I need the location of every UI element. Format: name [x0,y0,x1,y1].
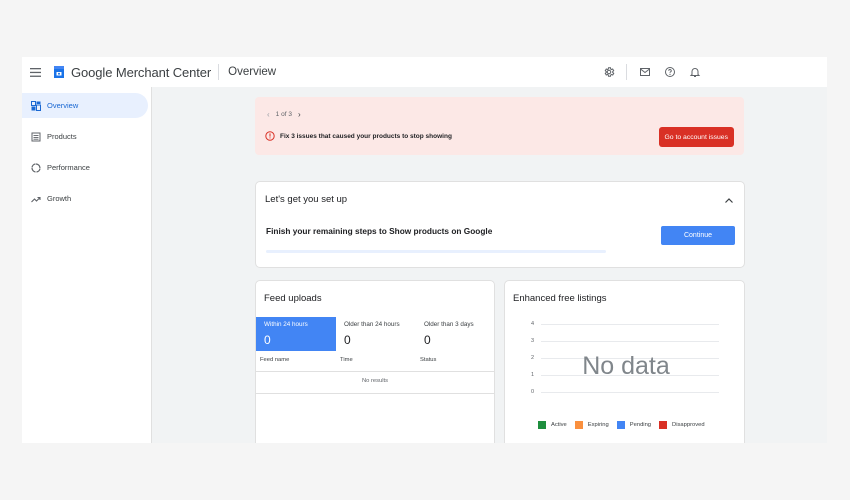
mail-icon[interactable] [632,57,657,87]
tab-label: Older than 24 hours [344,321,400,328]
alert-pager-label: 1 of 3 [275,111,292,118]
gridline [541,341,719,342]
header-actions [596,57,707,87]
page-title: Overview [228,66,277,78]
chart-legend: Active Expiring Pending Disapproved [538,421,705,429]
sidebar-item-label: Growth [47,194,72,203]
growth-icon [31,194,41,204]
enhanced-free-listings-title: Enhanced free listings [513,293,607,304]
performance-icon [31,162,41,173]
top-bar: Google Merchant Center Overview [22,57,827,87]
column-header-time[interactable]: Time [340,357,353,363]
chevron-right-icon[interactable]: › [298,110,301,119]
column-header-feed-name[interactable]: Feed name [260,357,289,363]
continue-button[interactable]: Continue [661,226,735,245]
legend-swatch [538,421,546,429]
table-divider [256,393,494,394]
legend-item-pending[interactable]: Pending [616,421,652,429]
no-data-label: No data [582,352,670,380]
merchant-center-logo-icon [52,65,66,79]
sidebar-item-performance[interactable]: Performance [22,155,148,180]
legend-item-active[interactable]: Active [538,421,567,429]
sidebar-item-label: Products [47,132,77,141]
alert-pager: ‹ 1 of 3 › [267,110,301,119]
settings-icon[interactable] [596,57,621,87]
legend-swatch [616,421,625,429]
sidebar-item-overview[interactable]: Overview [22,93,148,118]
chevron-up-icon[interactable] [724,193,734,203]
column-header-status[interactable]: Status [420,357,436,363]
setup-card-subtitle: Finish your remaining steps to Show prod… [266,226,493,236]
dashboard-icon [31,100,41,111]
header-actions-divider [626,64,627,80]
setup-progress-bar [266,250,606,253]
sidebar-item-label: Performance [47,163,90,172]
legend-item-expiring[interactable]: Expiring [574,421,609,429]
account-issues-banner: ‹ 1 of 3 › Fix 3 issues that caused your… [255,97,744,155]
legend-label: Active [551,422,567,428]
brand-name: Google Merchant Center [71,65,211,80]
go-to-account-issues-button[interactable]: Go to account issues [658,127,734,147]
legend-label: Expiring [587,422,609,428]
sidebar-item-label: Overview [47,101,79,110]
alert-message: Fix 3 issues that caused your products t… [280,132,452,140]
brand-product: Merchant Center [115,64,212,80]
tab-within-24-hours[interactable]: Within 24 hours 0 [256,317,336,351]
table-divider [256,371,494,372]
tab-value: 0 [344,333,351,347]
tab-older-than-3-days[interactable]: Older than 3 days 0 [416,317,496,351]
tab-label: Older than 3 days [424,321,474,328]
error-icon [265,131,275,141]
tab-older-than-24-hours[interactable]: Older than 24 hours 0 [336,317,416,351]
products-icon [31,132,41,142]
legend-item-disapproved[interactable]: Disapproved [659,421,705,429]
alert-message-row: Fix 3 issues that caused your products t… [265,131,452,141]
feed-uploads-title: Feed uploads [264,293,322,304]
feed-uploads-card: Feed uploads Within 24 hours 0 Older tha… [255,280,495,443]
sidebar: Overview Products Performance Growth [22,87,152,443]
legend-label: Pending [629,422,652,428]
enhanced-free-listings-card: Enhanced free listings 4 3 2 1 0 No data… [504,280,745,443]
brand-google: Google [71,64,113,80]
sidebar-item-growth[interactable]: Growth [22,186,148,211]
gridline [541,392,719,393]
empty-state: No results [361,378,389,384]
setup-card: Let's get you set up Finish your remaini… [255,181,745,268]
header-divider [218,64,220,80]
menu-icon[interactable] [22,57,48,87]
y-tick: 1 [531,372,535,378]
listings-chart: 4 3 2 1 0 No data [505,317,746,407]
legend-swatch [574,421,583,429]
y-tick: 3 [531,338,535,344]
notifications-icon[interactable] [682,57,707,87]
legend-label: Disapproved [672,422,705,428]
main-content: ‹ 1 of 3 › Fix 3 issues that caused your… [152,87,827,443]
tab-label: Within 24 hours [264,321,308,328]
y-tick: 0 [531,389,535,395]
tab-value: 0 [424,333,431,347]
tab-value: 0 [264,333,271,347]
gridline [541,324,719,325]
legend-swatch [659,421,668,429]
y-tick: 4 [531,321,535,327]
y-tick: 2 [531,355,535,361]
setup-card-title: Let's get you set up [265,194,348,205]
help-icon[interactable] [657,57,682,87]
sidebar-item-products[interactable]: Products [22,124,148,149]
app-window: Google Merchant Center Overview Overview… [22,57,827,443]
chevron-left-icon[interactable]: ‹ [267,110,270,119]
